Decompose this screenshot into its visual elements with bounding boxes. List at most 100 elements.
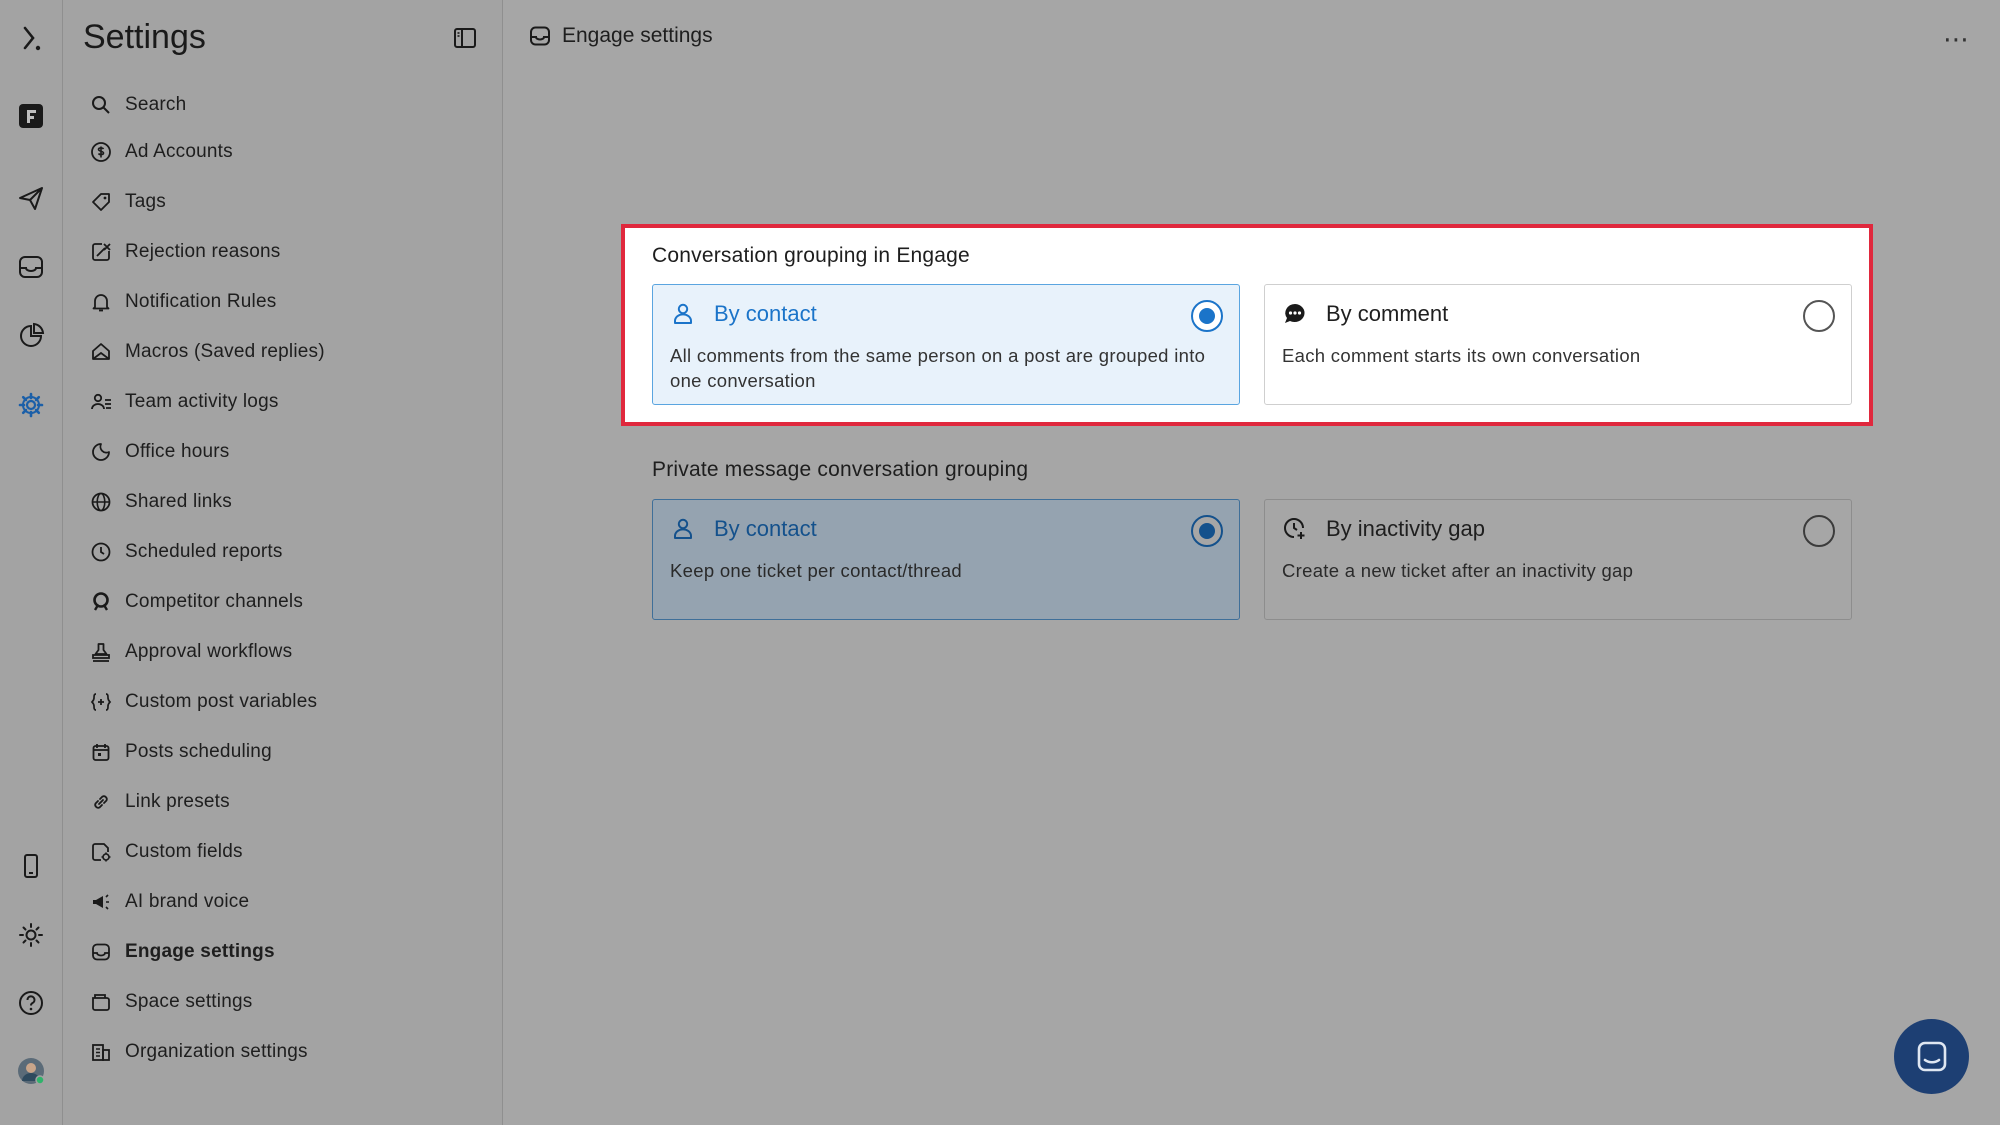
option-label: By inactivity gap xyxy=(1326,516,1485,541)
option-description: Keep one ticket per contact/thread xyxy=(670,560,962,581)
sidebar-item-label: Team activity logs xyxy=(125,391,279,412)
rejection-icon xyxy=(89,240,113,264)
option-card-by-contact[interactable]: By contact All comments from the same pe… xyxy=(652,284,1240,405)
sidebar-item-label: Office hours xyxy=(125,441,230,462)
custom-fields-icon xyxy=(89,840,113,864)
sidebar-item-engage-settings[interactable]: Engage settings xyxy=(63,927,502,977)
radio-by-comment[interactable] xyxy=(1803,300,1835,332)
sidebar-item-organization-settings[interactable]: Organization settings xyxy=(63,1027,502,1077)
person-icon xyxy=(674,518,692,539)
globe-icon xyxy=(89,490,113,514)
competitor-icon xyxy=(89,590,113,614)
link-icon xyxy=(89,790,113,814)
page-title: Engage settings xyxy=(562,24,713,47)
sidebar-item-competitor-channels[interactable]: Competitor channels xyxy=(63,577,502,627)
option-label: By contact xyxy=(714,516,817,541)
sidebar-item-label: Organization settings xyxy=(125,1041,308,1062)
comment-icon xyxy=(1285,304,1305,323)
engage-icon[interactable] xyxy=(14,250,48,284)
calendar-icon xyxy=(89,740,113,764)
inbox-icon xyxy=(89,940,113,964)
stamp-icon xyxy=(89,640,113,664)
person-icon xyxy=(674,303,692,324)
sidebar-item-label: Approval workflows xyxy=(125,641,293,662)
settings-sidebar: Settings Search Ad Accounts Tags Rejecti… xyxy=(63,0,503,1125)
section-title: Private message conversation grouping xyxy=(652,458,1029,481)
page-header: Engage settings xyxy=(528,24,713,48)
sidebar-item-custom-fields[interactable]: Custom fields xyxy=(63,827,502,877)
avatar[interactable] xyxy=(14,1054,48,1088)
sidebar-item-label: Ad Accounts xyxy=(125,141,233,162)
megaphone-icon xyxy=(89,890,113,914)
sidebar-item-label: Space settings xyxy=(125,991,253,1012)
engage-grouping-panel: Conversation grouping in Engage By conta… xyxy=(621,224,1873,426)
sidebar-item-label: Notification Rules xyxy=(125,291,277,312)
moon-clock-icon xyxy=(89,440,113,464)
option-description: Each comment starts its own conversation xyxy=(1282,345,1641,366)
sidebar-item-notification-rules[interactable]: Notification Rules xyxy=(63,277,502,327)
sidebar-item-rejection-reasons[interactable]: Rejection reasons xyxy=(63,227,502,277)
sidebar-item-label: Competitor channels xyxy=(125,591,304,612)
icon-rail xyxy=(0,0,63,1125)
radio-by-contact[interactable] xyxy=(1191,300,1223,332)
radio-by-inactivity-gap[interactable] xyxy=(1803,515,1835,547)
space-icon xyxy=(89,990,113,1014)
logo-icon[interactable] xyxy=(14,22,48,56)
variables-icon xyxy=(89,690,113,714)
sidebar-item-label: Scheduled reports xyxy=(125,541,283,562)
mobile-icon[interactable] xyxy=(14,849,48,883)
sidebar-item-team-activity-logs[interactable]: Team activity logs xyxy=(63,377,502,427)
sidebar-item-label: Engage settings xyxy=(125,941,275,962)
sidebar-item-tags[interactable]: Tags xyxy=(63,177,502,227)
sidebar-item-label: Shared links xyxy=(125,491,232,512)
sidebar-item-ai-brand-voice[interactable]: AI brand voice xyxy=(63,877,502,927)
sidebar-item-label: Search xyxy=(125,94,187,115)
settings-menu: Search Ad Accounts Tags Rejection reason… xyxy=(63,83,502,1077)
sidebar-item-macros[interactable]: Macros (Saved replies) xyxy=(63,327,502,377)
collapse-sidebar-icon[interactable] xyxy=(451,24,479,52)
sidebar-item-label: Custom fields xyxy=(125,841,243,862)
sidebar-item-label: Link presets xyxy=(125,791,230,812)
option-description: All comments from the same person on a p… xyxy=(670,345,1206,391)
option-card-by-comment[interactable]: By comment Each comment starts its own c… xyxy=(1264,284,1852,405)
option-card-by-contact-private[interactable]: By contact Keep one ticket per contact/t… xyxy=(652,499,1240,620)
radio-by-contact-private[interactable] xyxy=(1191,515,1223,547)
sidebar-item-label: Posts scheduling xyxy=(125,741,272,762)
compose-icon[interactable] xyxy=(14,99,48,133)
sidebar-item-approval-workflows[interactable]: Approval workflows xyxy=(63,627,502,677)
sidebar-item-scheduled-reports[interactable]: Scheduled reports xyxy=(63,527,502,577)
sidebar-item-label: Macros (Saved replies) xyxy=(125,341,325,362)
option-label: By comment xyxy=(1326,301,1449,326)
bell-icon xyxy=(89,290,113,314)
sidebar-item-office-hours[interactable]: Office hours xyxy=(63,427,502,477)
publish-icon[interactable] xyxy=(14,181,48,215)
sidebar-item-label: Custom post variables xyxy=(125,691,318,712)
search-icon xyxy=(89,93,113,117)
settings-gear-icon[interactable] xyxy=(14,388,48,422)
sidebar-item-link-presets[interactable]: Link presets xyxy=(63,777,502,827)
team-icon xyxy=(89,390,113,414)
section-title: Conversation grouping in Engage xyxy=(652,244,970,267)
theme-sun-icon[interactable] xyxy=(14,918,48,952)
help-icon[interactable] xyxy=(14,986,48,1020)
clock-icon xyxy=(89,540,113,564)
chat-support-button[interactable] xyxy=(1894,1019,1969,1094)
sidebar-item-search[interactable]: Search xyxy=(63,83,502,127)
option-card-by-inactivity-gap[interactable]: By inactivity gap Create a new ticket af… xyxy=(1264,499,1852,620)
sidebar-item-space-settings[interactable]: Space settings xyxy=(63,977,502,1027)
sidebar-item-ad-accounts[interactable]: Ad Accounts xyxy=(63,127,502,177)
sidebar-item-posts-scheduling[interactable]: Posts scheduling xyxy=(63,727,502,777)
option-description: Create a new ticket after an inactivity … xyxy=(1282,560,1634,581)
more-options-icon[interactable]: ⋯ xyxy=(1943,24,1970,55)
sidebar-item-shared-links[interactable]: Shared links xyxy=(63,477,502,527)
option-label: By contact xyxy=(714,301,817,326)
sidebar-item-label: Tags xyxy=(125,191,166,212)
analytics-icon[interactable] xyxy=(14,319,48,353)
sidebar-item-custom-post-variables[interactable]: Custom post variables xyxy=(63,677,502,727)
chat-icon xyxy=(1917,1041,1946,1071)
sidebar-title: Settings xyxy=(83,18,206,56)
dollar-icon xyxy=(89,140,113,164)
sidebar-item-label: Rejection reasons xyxy=(125,241,281,262)
clock-plus-icon xyxy=(1284,518,1305,539)
organization-icon xyxy=(89,1040,113,1064)
